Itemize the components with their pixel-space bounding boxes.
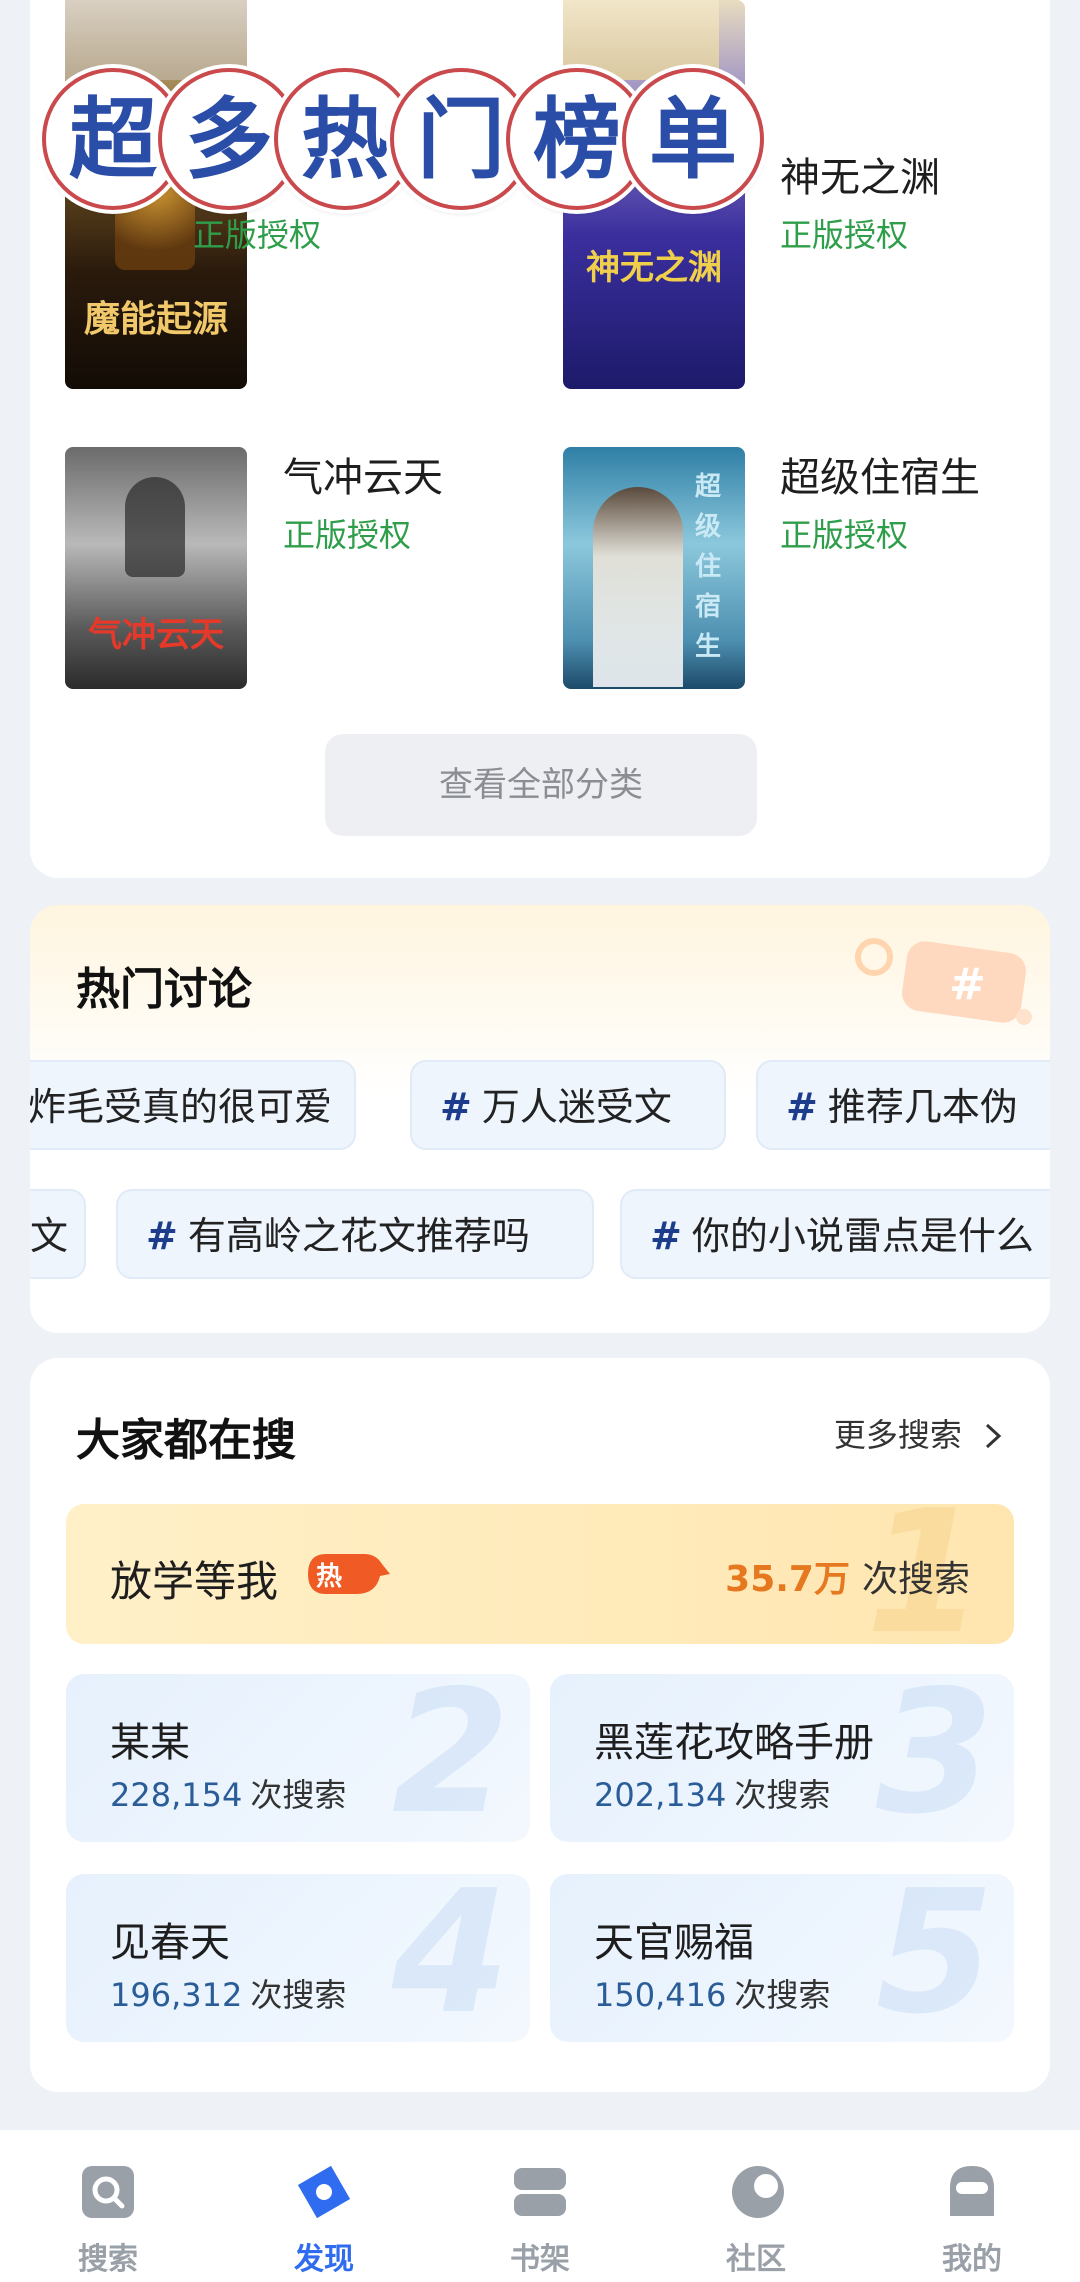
nav-label: 社区	[726, 2242, 786, 2277]
search-item[interactable]: 2 某某 228,154 次搜索	[66, 1674, 530, 1842]
book-cover[interactable]: 气冲云天	[65, 447, 247, 689]
count-value: 228,154	[110, 1776, 243, 1814]
section-title: 大家都在搜	[76, 1415, 296, 1466]
count-suffix: 次搜索	[250, 1776, 347, 1814]
topic-chip[interactable]: # 推荐几本伪	[756, 1060, 1050, 1150]
search-term: 天官赐福	[594, 1920, 754, 1966]
topic-chip[interactable]: # 有高岭之花文推荐吗	[116, 1189, 594, 1279]
topic-chip[interactable]: 炸毛受真的很可爱	[30, 1060, 356, 1150]
cover-title: 魔能起源	[83, 298, 228, 340]
rank-number: 5	[875, 1874, 994, 2042]
book-title[interactable]: 气冲云天	[283, 445, 443, 503]
topic-chip[interactable]: # 你的小说雷点是什么	[620, 1189, 1050, 1279]
search-count: 150,416 次搜索	[594, 1970, 830, 2016]
search-item[interactable]: 4 见春天 196,312 次搜索	[66, 1874, 530, 2042]
search-term: 放学等我	[110, 1557, 279, 1606]
rank-number: 2	[391, 1674, 510, 1842]
topic-text: 你的小说雷点是什么	[691, 1214, 1034, 1258]
cover-title: 神无之渊	[586, 248, 722, 288]
topic-text: 文	[30, 1214, 69, 1258]
view-all-categories-button[interactable]: 查看全部分类	[325, 734, 757, 836]
more-search-label: 更多搜索	[833, 1416, 962, 1454]
count-suffix: 次搜索	[861, 1559, 970, 1600]
profile-icon	[950, 2166, 994, 2216]
license-badge: 正版授权	[283, 516, 412, 554]
nav-item-community[interactable]: 社区	[648, 2130, 864, 2282]
banner-char: 单	[622, 68, 764, 210]
hashtag-illustration-icon: #	[855, 938, 1032, 1025]
hot-discussion-card: 热门讨论 # 炸毛受真的很可爱 # 万人迷受文 # 推荐几本伪 文 # 有高岭之花文推…	[30, 905, 1050, 1333]
search-count: 202,134 次搜索	[594, 1770, 830, 1816]
count-value: 202,134	[594, 1776, 727, 1814]
count-suffix: 次搜索	[734, 1776, 831, 1814]
section-title: 热门讨论	[76, 964, 252, 1015]
search-term: 见春天	[110, 1920, 230, 1966]
license-badge: 正版授权	[780, 216, 909, 254]
topic-chip[interactable]: 文	[30, 1189, 86, 1279]
topic-text: 有高岭之花文推荐吗	[187, 1214, 530, 1258]
hot-ranking-banner: 超 多 热 门 榜 单	[42, 68, 772, 210]
hashtag-icon: #	[440, 1085, 472, 1129]
license-badge: 正版授权	[193, 216, 322, 254]
book-title[interactable]: 超级住宿生	[780, 445, 980, 503]
count-value: 35.7万	[725, 1559, 850, 1600]
bookshelf-icon	[514, 2168, 566, 2216]
rank-number: 4	[391, 1874, 510, 2042]
discover-icon	[297, 2165, 351, 2219]
more-search-link[interactable]: 更多搜索	[834, 1410, 1004, 1456]
hot-badge-label: 热	[316, 1562, 343, 1592]
topic-text: 万人迷受文	[481, 1085, 672, 1129]
nav-label: 我的	[942, 2242, 1002, 2277]
chevron-right-icon	[985, 1423, 1002, 1449]
count-suffix: 次搜索	[250, 1976, 347, 2014]
hashtag-icon: #	[650, 1214, 682, 1258]
topic-chip[interactable]: # 万人迷受文	[410, 1060, 726, 1150]
bottom-navigation: 搜索 发现 书架 社区 我的	[0, 2130, 1080, 2282]
search-item[interactable]: 5 天官赐福 150,416 次搜索	[550, 1874, 1014, 2042]
search-count: 228,154 次搜索	[110, 1770, 346, 1816]
nav-label: 书架	[510, 2242, 570, 2277]
search-count: 196,312 次搜索	[110, 1970, 346, 2016]
hot-badge-icon: 热	[306, 1552, 390, 1596]
nav-item-profile[interactable]: 我的	[864, 2130, 1080, 2282]
topic-text: 推荐几本伪	[827, 1085, 1018, 1129]
hashtag-icon: #	[786, 1085, 818, 1129]
nav-label: 搜索	[78, 2242, 138, 2277]
hashtag-icon: #	[146, 1214, 178, 1258]
nav-item-bookshelf[interactable]: 书架	[432, 2130, 648, 2282]
trending-search-card: 大家都在搜 更多搜索 1 放学等我 热 35.7万 次搜索 2 某某 228,15…	[30, 1358, 1050, 2092]
count-value: 150,416	[594, 1976, 727, 2014]
search-icon	[82, 2166, 134, 2218]
community-icon	[732, 2166, 784, 2218]
nav-item-discover[interactable]: 发现	[216, 2130, 432, 2282]
rank-number: 3	[875, 1674, 994, 1842]
search-item[interactable]: 3 黑莲花攻略手册 202,134 次搜索	[550, 1674, 1014, 1842]
search-count: 35.7万 次搜索	[725, 1550, 970, 1602]
count-suffix: 次搜索	[734, 1976, 831, 2014]
topic-text: 炸毛受真的很可爱	[30, 1085, 333, 1129]
book-title[interactable]: 神无之渊	[780, 145, 940, 203]
nav-item-search[interactable]: 搜索	[0, 2130, 216, 2282]
search-term: 某某	[110, 1720, 190, 1766]
cover-title: 超级住宿生	[694, 472, 721, 662]
count-value: 196,312	[110, 1976, 243, 2014]
nav-label: 发现	[294, 2242, 354, 2277]
cover-title: 气冲云天	[88, 615, 224, 655]
book-cover[interactable]: 超级住宿生	[563, 447, 745, 689]
search-term: 黑莲花攻略手册	[594, 1720, 874, 1766]
license-badge: 正版授权	[780, 516, 909, 554]
svg-text:#: #	[949, 959, 986, 1010]
search-item-top[interactable]: 1 放学等我 热 35.7万 次搜索	[66, 1474, 1014, 1672]
